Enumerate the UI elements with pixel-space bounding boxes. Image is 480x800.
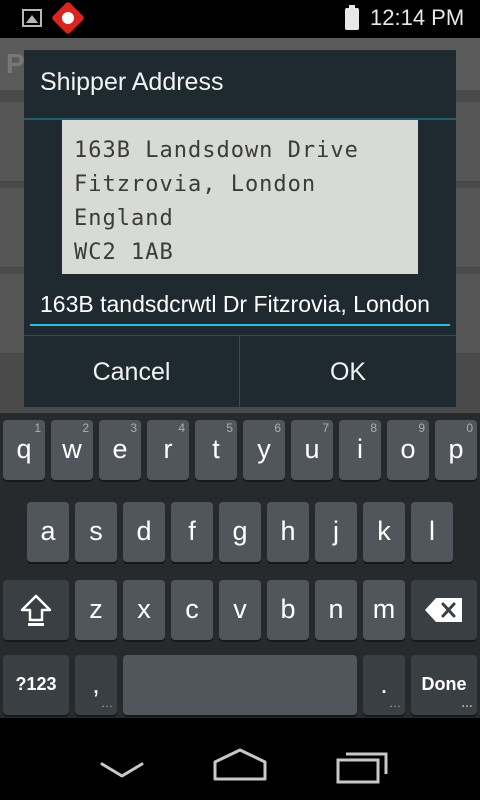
key-l[interactable]: l <box>411 502 453 562</box>
key-hint: 8 <box>370 421 377 435</box>
soft-keyboard: q1 w2 e3 r4 t5 y6 u7 i8 o9 p0 a s d f g … <box>0 413 480 718</box>
key-c[interactable]: c <box>171 580 213 640</box>
key-hint: 0 <box>466 421 473 435</box>
shift-icon <box>20 594 52 626</box>
background-app-title: P <box>6 48 25 79</box>
key-hint: 9 <box>418 421 425 435</box>
scanned-address-image: 163B Landsdown Drive Fitzrovia, London E… <box>62 120 418 274</box>
key-label: i <box>357 434 363 464</box>
recent-apps-icon[interactable] <box>336 748 388 784</box>
battery-icon <box>345 5 359 30</box>
back-icon[interactable] <box>100 758 144 782</box>
period-key[interactable]: .… <box>363 655 405 715</box>
key-hint: 2 <box>82 421 89 435</box>
scanned-line: England <box>74 206 174 231</box>
navigation-bar <box>0 718 480 800</box>
key-hint: 3 <box>130 421 137 435</box>
key-label: u <box>304 434 320 464</box>
symbols-key[interactable]: ?123 <box>3 655 69 715</box>
key-r[interactable]: r4 <box>147 420 189 480</box>
key-label: . <box>380 669 388 699</box>
key-g[interactable]: g <box>219 502 261 562</box>
key-q[interactable]: q1 <box>3 420 45 480</box>
done-key[interactable]: Done … <box>411 655 477 715</box>
key-hint: 4 <box>178 421 185 435</box>
key-v[interactable]: v <box>219 580 261 640</box>
key-x[interactable]: x <box>123 580 165 640</box>
key-label: p <box>448 434 464 464</box>
key-z[interactable]: z <box>75 580 117 640</box>
key-o[interactable]: o9 <box>387 420 429 480</box>
key-hint: 1 <box>34 421 41 435</box>
key-label: t <box>212 434 220 464</box>
key-n[interactable]: n <box>315 580 357 640</box>
key-label: w <box>62 434 82 464</box>
address-input[interactable] <box>30 284 450 326</box>
key-m[interactable]: m <box>363 580 405 640</box>
key-label: , <box>92 669 100 699</box>
key-label: Done <box>421 674 467 694</box>
dialog-button-row: Cancel OK <box>24 335 456 408</box>
cancel-button[interactable]: Cancel <box>24 336 240 408</box>
key-label: y <box>257 434 271 464</box>
dialog-title: Shipper Address <box>40 68 224 96</box>
scanned-line: WC2 1AB <box>74 240 174 265</box>
key-e[interactable]: e3 <box>99 420 141 480</box>
backspace-key[interactable] <box>411 580 477 640</box>
key-y[interactable]: y6 <box>243 420 285 480</box>
key-h[interactable]: h <box>267 502 309 562</box>
key-p[interactable]: p0 <box>435 420 477 480</box>
key-label: e <box>112 434 128 464</box>
more-keys-indicator: … <box>101 696 113 710</box>
image-icon <box>22 9 42 27</box>
shift-key[interactable] <box>3 580 69 640</box>
status-time: 12:14 PM <box>370 5 465 30</box>
key-b[interactable]: b <box>267 580 309 640</box>
more-keys-indicator: … <box>461 696 473 710</box>
key-label: q <box>16 434 32 464</box>
app-notification-icon <box>51 1 85 35</box>
key-t[interactable]: t5 <box>195 420 237 480</box>
scanned-line: Fitzrovia, London <box>74 172 317 197</box>
key-a[interactable]: a <box>27 502 69 562</box>
key-k[interactable]: k <box>363 502 405 562</box>
backspace-icon <box>425 598 462 622</box>
key-label: r <box>163 434 173 464</box>
status-bar: 12:14 PM <box>0 0 480 38</box>
key-d[interactable]: d <box>123 502 165 562</box>
home-icon[interactable] <box>212 746 268 782</box>
key-hint: 5 <box>226 421 233 435</box>
key-f[interactable]: f <box>171 502 213 562</box>
ok-button[interactable]: OK <box>240 336 456 408</box>
key-hint: 7 <box>322 421 329 435</box>
key-i[interactable]: i8 <box>339 420 381 480</box>
comma-key[interactable]: ,… <box>75 655 117 715</box>
key-u[interactable]: u7 <box>291 420 333 480</box>
scanned-line: 163B Landsdown Drive <box>74 138 359 163</box>
key-label: o <box>400 434 416 464</box>
key-j[interactable]: j <box>315 502 357 562</box>
key-hint: 6 <box>274 421 281 435</box>
space-key[interactable] <box>123 655 357 715</box>
key-w[interactable]: w2 <box>51 420 93 480</box>
shipper-address-dialog: Shipper Address 163B Landsdown Drive Fit… <box>24 50 456 408</box>
more-keys-indicator: … <box>389 696 401 710</box>
key-s[interactable]: s <box>75 502 117 562</box>
